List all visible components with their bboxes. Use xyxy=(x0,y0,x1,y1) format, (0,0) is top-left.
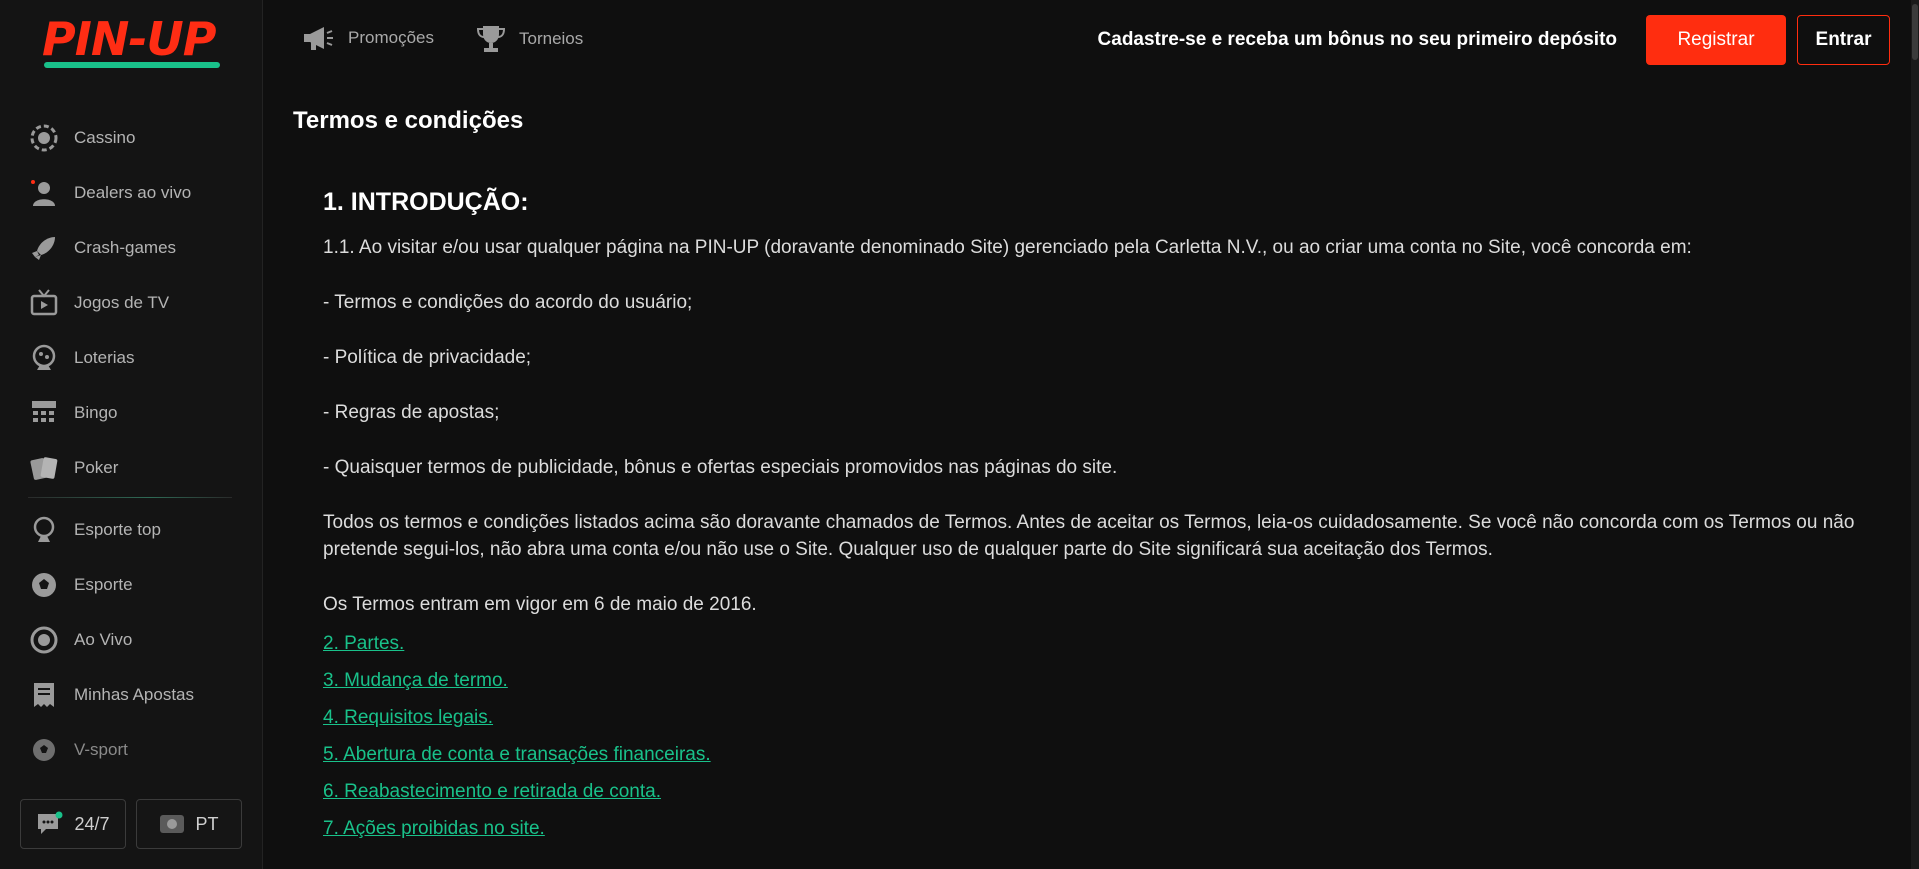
bingo-icon xyxy=(28,397,60,429)
sidebar-item-loterias[interactable]: Loterias xyxy=(0,330,262,385)
sidebar-item-cassino[interactable]: Cassino xyxy=(0,110,262,165)
live-target-icon xyxy=(28,624,60,656)
language-button[interactable]: PT xyxy=(136,799,242,849)
soccer-ball-icon xyxy=(28,569,60,601)
register-button[interactable]: Registrar xyxy=(1646,15,1786,65)
lottery-icon xyxy=(28,342,60,374)
logo-text: PIN-UP xyxy=(42,12,217,66)
tournaments-label: Torneios xyxy=(519,29,584,48)
paragraph: Os Termos entram em vigor em 6 de maio d… xyxy=(323,594,757,615)
sidebar-item-poker[interactable]: Poker xyxy=(0,440,262,495)
sidebar-item-label: Cassino xyxy=(74,127,136,147)
rocket-icon xyxy=(28,232,60,264)
sidebar-item-label: Jogos de TV xyxy=(74,292,170,312)
sidebar-item-esporte-top[interactable]: Esporte top xyxy=(0,502,262,557)
support-chat-button[interactable]: 24/7 xyxy=(20,799,126,849)
sidebar-item-label: V-sport xyxy=(74,739,128,759)
sidebar-bottom-actions: 24/7 PT xyxy=(20,799,242,849)
megaphone-icon xyxy=(302,24,334,52)
promotions-label: Promoções xyxy=(348,28,434,47)
promotions-link[interactable]: Promoções xyxy=(302,24,434,52)
casino-chip-icon xyxy=(28,122,60,154)
section-title: 1. INTRODUÇÃO: xyxy=(323,188,529,216)
toc-link[interactable]: 6. Reabastecimento e retirada de conta. xyxy=(323,773,711,810)
poker-cards-icon xyxy=(28,452,60,484)
sidebar-item-label: Loterias xyxy=(74,347,135,367)
paragraph: 1.1. Ao visitar e/ou usar qualquer págin… xyxy=(323,237,1692,258)
virtual-sport-icon xyxy=(28,734,60,766)
support-label: 24/7 xyxy=(74,813,110,834)
flag-icon xyxy=(159,814,185,834)
page-scrollbar[interactable] xyxy=(1911,0,1919,869)
sidebar-item-label: Poker xyxy=(74,457,119,477)
sidebar-item-label: Esporte top xyxy=(74,519,161,539)
sidebar-item-dealers[interactable]: Dealers ao vivo xyxy=(0,165,262,220)
signup-promo-text: Cadastre-se e receba um bônus no seu pri… xyxy=(1097,29,1617,50)
sidebar-item-label: Bingo xyxy=(74,402,118,422)
sidebar-item-v-sport[interactable]: V-sport xyxy=(0,722,262,777)
toc-link[interactable]: 3. Mudança de termo. xyxy=(323,662,711,699)
sidebar-item-crash-games[interactable]: Crash-games xyxy=(0,220,262,275)
tournaments-link[interactable]: Torneios xyxy=(477,24,583,54)
paragraph: - Termos e condições do acordo do usuári… xyxy=(323,292,693,313)
paragraph: Todos os termos e condições listados aci… xyxy=(323,512,1855,560)
logo-underline xyxy=(44,62,220,68)
paragraph: - Regras de apostas; xyxy=(323,402,500,423)
login-button[interactable]: Entrar xyxy=(1797,15,1890,65)
paragraph: - Política de privacidade; xyxy=(323,347,532,368)
live-dealer-icon xyxy=(28,177,60,209)
sidebar-item-label: Ao Vivo xyxy=(74,629,133,649)
sidebar-nav: Cassino Dealers ao vivo Crash-games Jogo… xyxy=(0,110,262,777)
scrollbar-thumb[interactable] xyxy=(1912,4,1918,60)
sidebar-item-bingo[interactable]: Bingo xyxy=(0,385,262,440)
sidebar-item-label: Minhas Apostas xyxy=(74,684,195,704)
sidebar-item-esporte[interactable]: Esporte xyxy=(0,557,262,612)
terms-table-of-contents: 2. Partes. 3. Mudança de termo. 4. Requi… xyxy=(323,625,711,847)
sidebar-item-label: Crash-games xyxy=(74,237,177,257)
sidebar-item-jogos-tv[interactable]: Jogos de TV xyxy=(0,275,262,330)
paragraph: - Quaisquer termos de publicidade, bônus… xyxy=(323,457,1118,478)
toc-link[interactable]: 7. Ações proibidas no site. xyxy=(323,810,711,847)
sidebar-divider xyxy=(28,497,232,498)
toc-link[interactable]: 5. Abertura de conta e transações financ… xyxy=(323,736,711,773)
tv-icon xyxy=(28,287,60,319)
toc-link[interactable]: 2. Partes. xyxy=(323,625,711,662)
sidebar-item-label: Dealers ao vivo xyxy=(74,182,192,202)
language-label: PT xyxy=(195,813,219,834)
sidebar-item-label: Esporte xyxy=(74,574,133,594)
trophy-ball-icon xyxy=(28,514,60,546)
toc-link[interactable]: 4. Requisitos legais. xyxy=(323,699,711,736)
top-header: Promoções Torneios Cadastre-se e receba … xyxy=(263,0,1919,80)
receipt-icon xyxy=(28,679,60,711)
pinup-logo[interactable]: PIN-UP xyxy=(42,14,222,68)
sidebar-item-ao-vivo[interactable]: Ao Vivo xyxy=(0,612,262,667)
sidebar-item-minhas-apostas[interactable]: Minhas Apostas xyxy=(0,667,262,722)
chat-icon xyxy=(36,811,64,837)
page-title: Termos e condições xyxy=(293,107,524,134)
sidebar: PIN-UP Cassino Dealers ao vivo Crash-gam… xyxy=(0,0,263,869)
trophy-icon xyxy=(477,24,505,54)
